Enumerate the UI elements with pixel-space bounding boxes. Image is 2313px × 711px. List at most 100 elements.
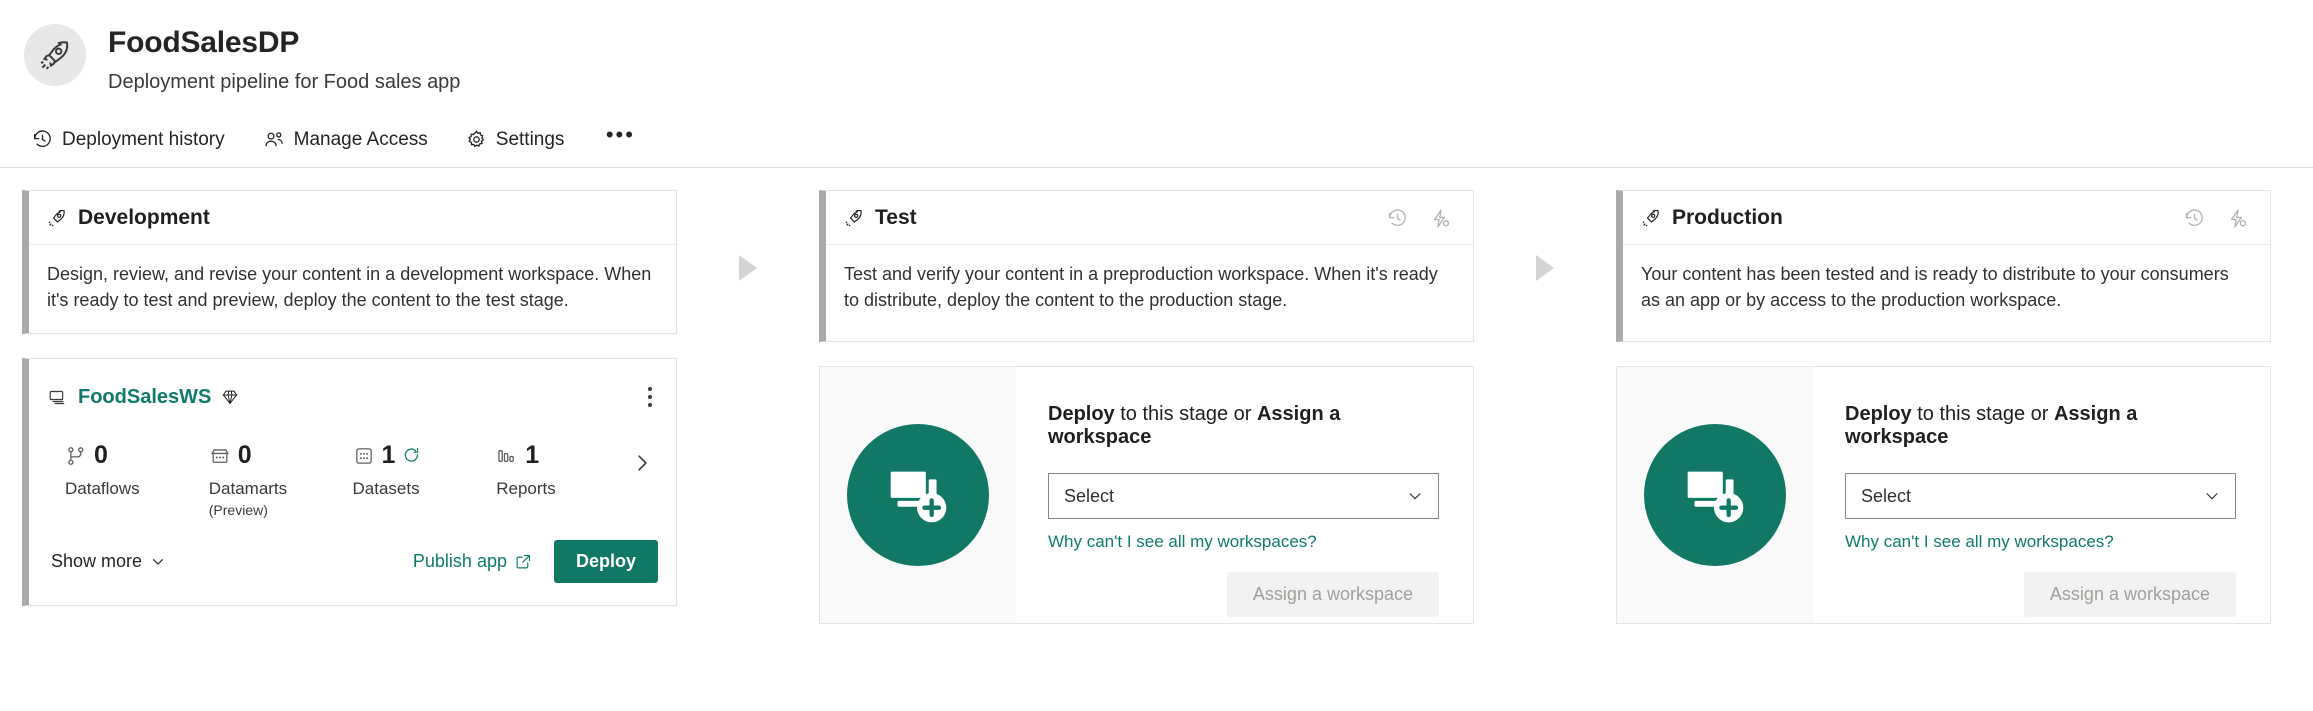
stage-name-development: Development <box>78 206 210 229</box>
metric-dataflows-count: 0 <box>94 441 108 470</box>
deployment-history-label: Deployment history <box>62 128 225 150</box>
rocket-icon <box>845 209 862 227</box>
assign-workspace-button-test[interactable]: Assign a workspace <box>1226 572 1439 617</box>
workspace-name-link[interactable]: FoodSalesWS <box>78 386 211 409</box>
deployment-history-button[interactable]: Deployment history <box>30 123 237 157</box>
stage-column-test: Test Test and verify your content in a p… <box>819 190 1474 624</box>
rocket-icon <box>40 41 69 70</box>
header-text: FoodSalesDP Deployment pipeline for Food… <box>108 22 460 94</box>
command-bar: Deployment history Manage Access Setting… <box>0 112 2313 168</box>
publish-app-link[interactable]: Publish app <box>413 551 532 572</box>
settings-button[interactable]: Settings <box>464 123 577 157</box>
add-workspace-circle <box>847 424 989 566</box>
manage-access-button[interactable]: Manage Access <box>261 123 440 157</box>
arrow-right-icon <box>1536 255 1554 281</box>
deployment-rules-button-test[interactable] <box>1430 208 1451 229</box>
deploy-button[interactable]: Deploy <box>553 540 658 584</box>
workspace-more-options-button[interactable] <box>638 379 662 415</box>
arrow-right-icon <box>739 255 757 281</box>
empty-stage-illustration-test <box>820 367 1016 623</box>
deployment-rules-icon <box>2230 208 2247 228</box>
show-more-label: Show more <box>51 551 143 572</box>
stage-history-button-test[interactable] <box>1387 208 1408 229</box>
pipeline-stages: Development Design, review, and revise y… <box>0 190 2313 711</box>
stage-name-production: Production <box>1672 206 1783 229</box>
workspace-footer-actions: Publish app Deploy <box>413 540 658 584</box>
metric-reports-label: Reports <box>496 479 556 499</box>
stage-title-wrap: Development <box>47 206 210 230</box>
pipeline-connector-1 <box>677 190 819 281</box>
workspaces-help-link-test[interactable]: Why can't I see all my workspaces? <box>1048 532 1439 552</box>
workspace-select-test[interactable]: Select <box>1048 473 1439 519</box>
assign-workspace-button-production[interactable]: Assign a workspace <box>2023 572 2236 617</box>
empty-stage-title-test: Deploy to this stage or Assign a workspa… <box>1048 403 1439 449</box>
workspace-name-wrap: FoodSalesWS <box>47 386 239 409</box>
chevron-right-icon <box>637 455 647 471</box>
metric-dataflows[interactable]: 0 Dataflows <box>43 443 187 499</box>
add-workspace-circle <box>1644 424 1786 566</box>
more-commands-label: ••• <box>605 121 635 147</box>
deployment-rules-icon <box>1433 208 1450 228</box>
history-icon <box>33 130 51 148</box>
more-commands-button[interactable]: ••• <box>600 121 640 156</box>
workspace-select-production[interactable]: Select <box>1845 473 2236 519</box>
add-workspace-icon <box>890 471 947 523</box>
chevron-down-icon <box>2206 493 2218 500</box>
stage-description-production: Your content has been tested and is read… <box>1641 264 2229 311</box>
stage-description-development: Design, review, and revise your content … <box>47 264 652 311</box>
show-more-button[interactable]: Show more <box>51 551 166 572</box>
deployment-rules-button-production[interactable] <box>2227 208 2248 229</box>
empty-stage-panel-production: Deploy to this stage or Assign a workspa… <box>1616 366 2271 624</box>
empty-stage-illustration-production <box>1617 367 1813 623</box>
stage-header-actions-production <box>2184 208 2254 229</box>
diamond-icon <box>222 390 238 405</box>
workspace-card-footer: Show more Publish app Deploy <box>29 526 676 599</box>
publish-app-label: Publish app <box>412 551 507 572</box>
kebab-dot <box>648 395 652 400</box>
empty-title-deploy: Deploy <box>1048 403 1115 425</box>
metrics-scroll-next-button[interactable] <box>618 443 666 475</box>
metric-reports-count: 1 <box>525 441 540 470</box>
stage-title-wrap: Test <box>844 206 917 230</box>
dataflow-icon <box>68 446 84 465</box>
workspace-metrics: 0 Dataflows 0 Datamarts (Preview) 1 Data… <box>29 425 676 526</box>
history-icon <box>2185 208 2203 226</box>
report-icon <box>498 449 515 462</box>
empty-title-middle: to this stage or <box>1911 403 2054 425</box>
rocket-icon <box>1642 209 1659 227</box>
workspaces-help-link-production[interactable]: Why can't I see all my workspaces? <box>1845 532 2236 552</box>
metric-top: 1 <box>496 443 618 468</box>
datamart-icon <box>210 448 229 463</box>
metric-top: 1 <box>353 443 475 468</box>
stage-header-development: Development <box>29 191 676 245</box>
external-link-icon <box>516 555 531 569</box>
stage-card-production: Production Your content has been tested … <box>1616 190 2271 342</box>
empty-stage-panel-test: Deploy to this stage or Assign a workspa… <box>819 366 1474 624</box>
metric-datamarts-label: Datamarts <box>208 479 288 499</box>
metric-datamarts[interactable]: 0 Datamarts (Preview) <box>187 443 331 519</box>
empty-stage-title-production: Deploy to this stage or Assign a workspa… <box>1845 403 2236 449</box>
stage-card-test: Test Test and verify your content in a p… <box>819 190 1474 342</box>
stage-header-actions-test <box>1387 208 1457 229</box>
metric-datasets-label: Datasets <box>352 479 420 499</box>
metric-datasets-count: 1 <box>381 441 396 470</box>
workspace-select-value: Select <box>1861 485 1912 506</box>
page-subtitle: Deployment pipeline for Food sales app <box>108 70 461 93</box>
add-workspace-icon <box>1687 471 1744 523</box>
assign-row-test: Assign a workspace <box>1048 572 1439 617</box>
rocket-icon <box>48 209 65 227</box>
history-icon <box>1388 208 1406 226</box>
metric-datasets[interactable]: 1 Datasets <box>331 443 475 499</box>
dataset-icon <box>355 447 372 464</box>
stage-column-production: Production Your content has been tested … <box>1616 190 2271 624</box>
kebab-dot <box>648 387 652 392</box>
metric-reports[interactable]: 1 Reports <box>474 443 618 499</box>
pipeline-connector-2 <box>1474 190 1616 281</box>
metric-dataflows-label: Dataflows <box>65 479 140 499</box>
stage-history-button-production[interactable] <box>2184 208 2205 229</box>
chevron-down-icon <box>153 558 164 565</box>
empty-title-middle: to this stage or <box>1114 403 1257 425</box>
refresh-icon[interactable] <box>402 446 421 465</box>
chevron-down-icon <box>1409 493 1421 500</box>
workspace-stack-icon <box>49 391 65 405</box>
